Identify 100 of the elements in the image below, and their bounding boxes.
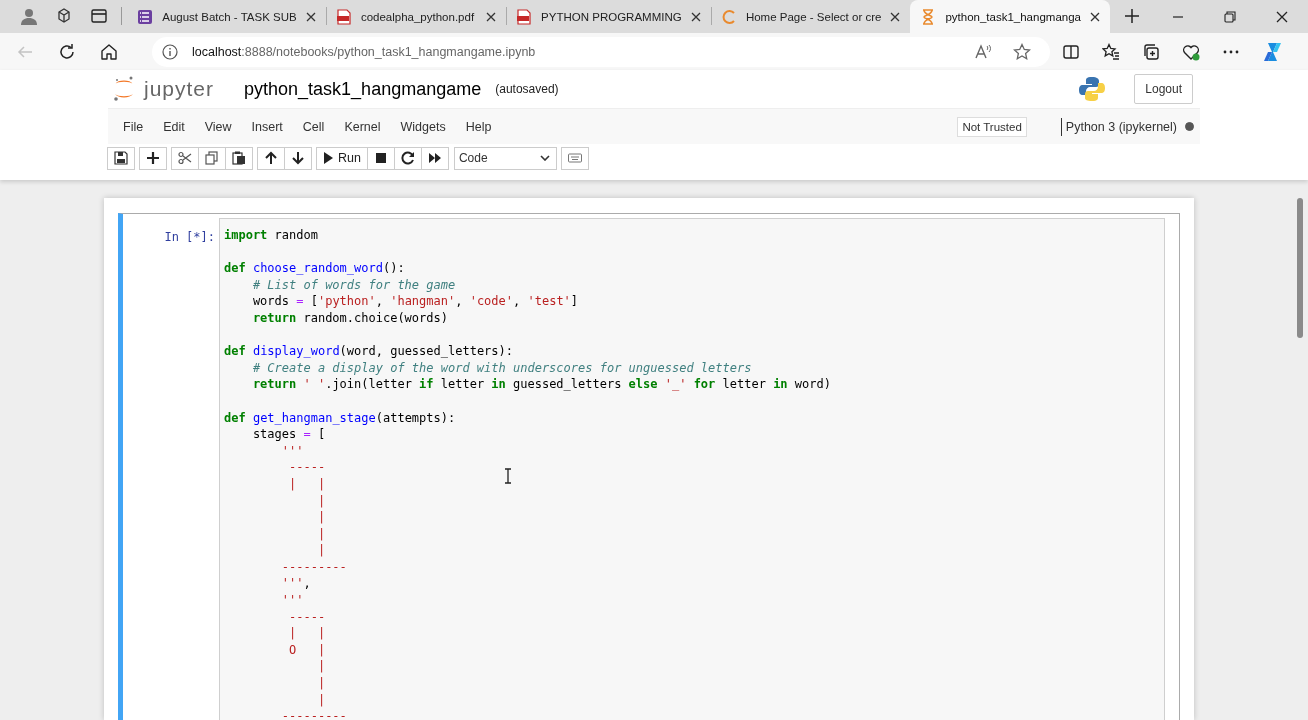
notebook-title[interactable]: python_task1_hangmangame [244,78,482,100]
code-line: ''' [280,443,304,458]
home-icon[interactable] [100,42,118,61]
collections-icon[interactable] [1142,42,1160,61]
menu-item[interactable]: Cell [295,119,338,134]
code-line: | [316,692,326,707]
tab-title: codealpha_python.pdf [360,10,476,23]
move-up-icon [264,151,278,165]
code-line: def display_word(word, guessed_letters): [224,344,513,359]
code-line: ''', [280,576,311,591]
keyboard-icon [567,151,582,165]
save-button[interactable] [107,146,135,170]
copy-icon [205,151,219,165]
code-line: def choose_random_word(): [224,261,405,276]
menu-item[interactable]: Insert [244,119,296,134]
fast-forward-button[interactable] [420,146,449,170]
jupyter-wordmark[interactable]: jupyter [144,77,215,101]
code-line: words = ['python', 'hangman', 'code', 'test'] [251,294,579,309]
restart-button[interactable] [393,146,422,170]
code-line: | [316,510,326,525]
code-line: stages = [ [251,427,326,442]
code-line: | [316,493,326,508]
chevron-down-icon [539,155,550,161]
close-icon[interactable] [485,11,496,22]
keyboard-button[interactable] [560,146,589,170]
code-line: O | [288,642,326,657]
tab-title: python_task1_hangmanga [945,10,1081,23]
loading-ring-icon [720,8,737,25]
workspaces-icon[interactable] [55,7,73,25]
paste-button[interactable] [225,146,253,170]
close-icon[interactable] [1275,11,1288,23]
cell-type-dropdown[interactable]: Code [453,146,557,170]
code-line: | [316,676,326,691]
run-button[interactable]: Run [316,146,368,170]
star-icon[interactable] [1013,42,1031,61]
scrollbar-thumb[interactable] [1297,198,1303,338]
code-line: | | [288,476,326,491]
code-line: ''' [280,593,304,608]
play-icon [323,152,333,164]
close-icon[interactable] [890,11,901,22]
code-line: --------- [280,559,347,574]
split-screen-icon[interactable] [1062,42,1080,61]
code-line: # List of words for the game [251,277,456,292]
code-line: ----- [288,460,326,475]
python-logo-icon [1078,75,1107,103]
tab-title: PYTHON PROGRAMMING [541,10,682,23]
read-aloud-icon[interactable] [974,42,992,61]
code-line: return ' '.join(letter if letter in guessed_letters else '_' for letter in word) [251,377,831,392]
menu-item[interactable]: View [197,119,245,134]
code-line: ----- [288,609,326,624]
trust-indicator[interactable]: Not Trusted [957,116,1027,137]
browser-tab[interactable]: August Batch - TASK SUB [127,0,326,33]
menu-item[interactable]: Edit [156,119,198,134]
code-line: | [316,659,326,674]
menu-item[interactable]: File [116,119,157,134]
paste-icon [232,151,246,165]
close-icon[interactable] [305,11,316,22]
add-icon [146,151,160,165]
new-tab-icon[interactable] [1123,8,1140,24]
code-line: # Create a display of the word with underscores for unguessed letters [251,360,752,375]
restart-icon [400,151,415,165]
profile-icon[interactable] [20,7,38,25]
stop-button[interactable] [366,146,395,170]
add-button[interactable] [139,146,167,170]
tab-title: August Batch - TASK SUB [162,10,297,23]
refresh-icon[interactable] [58,42,76,61]
favorites-icon[interactable] [1102,42,1120,61]
fast-forward-icon [427,151,442,165]
restore-icon[interactable] [1223,11,1236,23]
input-prompt: In [*]: [163,229,216,246]
heart-icon[interactable] [1182,42,1200,61]
pdf-icon [516,8,533,25]
menu-item[interactable]: Help [458,119,505,134]
code-line: return random.choice(words) [251,310,448,325]
kernel-name[interactable]: Python 3 (ipykernel) [1065,119,1177,134]
close-icon[interactable] [690,11,701,22]
stop-icon [373,151,388,165]
cut-icon [178,151,192,165]
code-line: | | [288,626,326,641]
code-line: --------- [280,709,347,720]
close-icon[interactable] [1089,11,1100,22]
browser-tab[interactable]: Home Page - Select or cre [710,0,911,33]
browser-tab[interactable]: PYTHON PROGRAMMING [506,0,711,33]
tab-title: Home Page - Select or cre [745,10,882,23]
menu-item[interactable]: Widgets [393,119,459,134]
code-line: import random [224,228,318,242]
browser-tab[interactable]: codealpha_python.pdf [325,0,506,33]
menu-item[interactable]: Kernel [337,119,394,134]
browser-tab[interactable]: python_task1_hangmanga [910,0,1110,33]
move-down-button[interactable] [284,146,312,170]
save-icon [114,151,128,165]
cut-button[interactable] [171,146,199,170]
logout-button[interactable]: Logout [1134,74,1193,104]
info-icon[interactable] [162,43,178,60]
copilot-icon[interactable] [1262,40,1284,63]
text-cursor-icon [504,468,512,484]
tab-actions-icon[interactable] [90,7,108,25]
pdf-icon [335,8,352,25]
code-line: | [316,543,326,558]
move-up-button[interactable] [257,146,285,170]
